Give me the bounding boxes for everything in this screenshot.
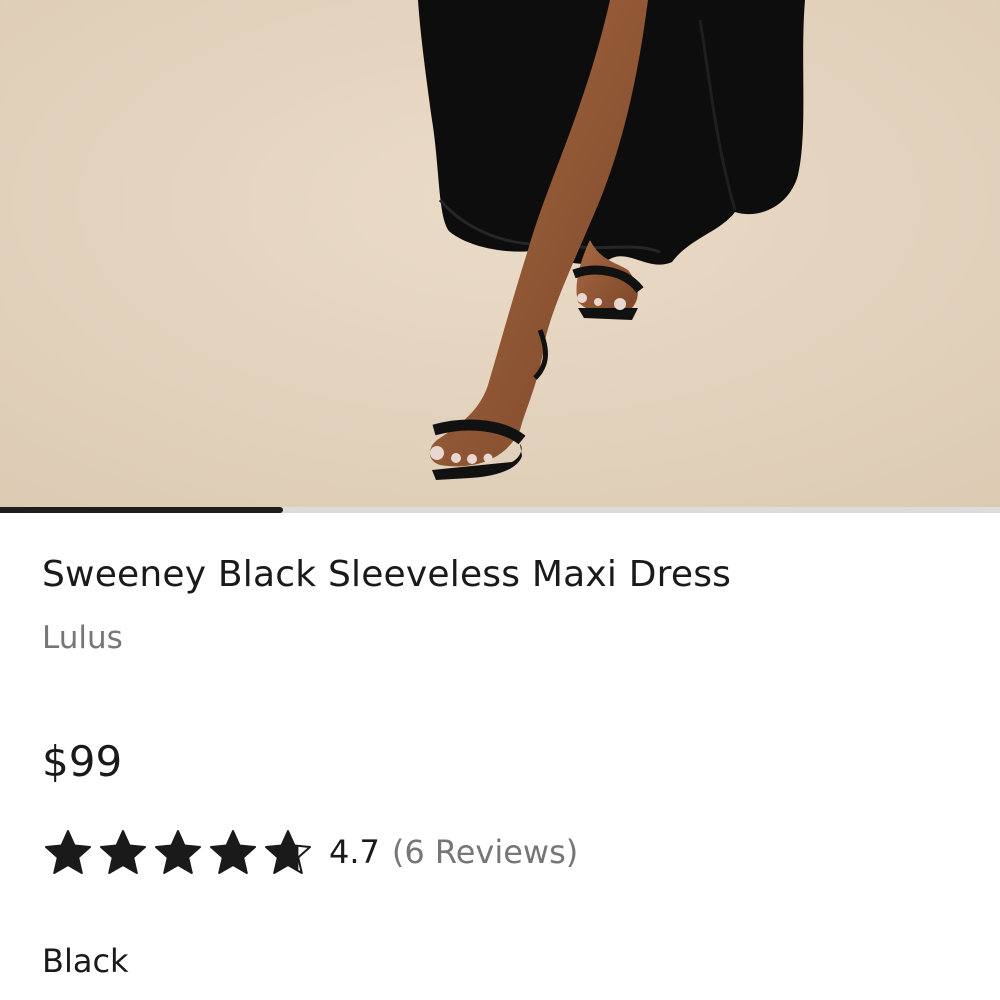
image-progress-bar [0, 507, 1000, 513]
image-progress-fill [0, 507, 283, 513]
star-icon [45, 830, 91, 874]
rating-stars [42, 828, 317, 876]
selected-color-label: Black [42, 942, 129, 980]
product-page: Sweeney Black Sleeveless Maxi Dress Lulu… [0, 0, 1000, 1000]
star-icon [155, 830, 201, 874]
star-icon [100, 830, 146, 874]
product-brand[interactable]: Lulus [42, 618, 123, 658]
product-image[interactable] [0, 0, 1000, 507]
product-photo-illustration [0, 0, 1000, 507]
star-half-icon [265, 830, 311, 874]
rating-value: 4.7 [329, 833, 380, 871]
star-icon [210, 830, 256, 874]
product-price: $99 [42, 737, 123, 786]
product-title: Sweeney Black Sleeveless Maxi Dress [42, 554, 732, 595]
review-count-link[interactable]: (6 Reviews) [392, 833, 578, 871]
rating-summary[interactable]: 4.7 (6 Reviews) [42, 826, 578, 878]
